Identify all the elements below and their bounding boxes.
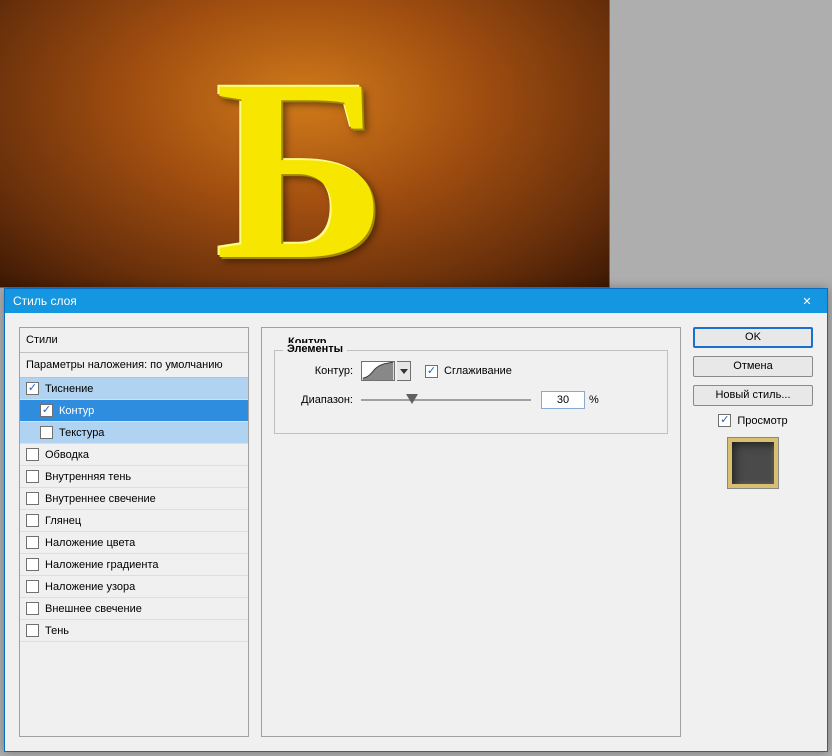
style-item[interactable]: Обводка bbox=[20, 444, 248, 466]
style-item[interactable]: Тень bbox=[20, 620, 248, 642]
range-label: Диапазон: bbox=[287, 394, 353, 406]
contour-row: Контур: Сглаживание bbox=[287, 361, 655, 381]
antialias-label: Сглаживание bbox=[444, 365, 512, 377]
style-checkbox[interactable] bbox=[40, 426, 53, 439]
contour-dropdown[interactable] bbox=[397, 361, 411, 381]
style-checkbox[interactable] bbox=[26, 580, 39, 593]
style-item[interactable]: Внешнее свечение bbox=[20, 598, 248, 620]
slider-thumb-icon bbox=[406, 394, 418, 404]
styles-panel: Стили Параметры наложения: по умолчанию … bbox=[19, 327, 249, 737]
fieldset-title: Элементы bbox=[283, 343, 347, 355]
style-checkbox[interactable] bbox=[26, 492, 39, 505]
titlebar[interactable]: Стиль слоя ✕ bbox=[5, 289, 827, 313]
styles-header[interactable]: Стили bbox=[20, 328, 248, 353]
style-checkbox[interactable] bbox=[26, 448, 39, 461]
style-label: Внутренняя тень bbox=[45, 471, 131, 483]
buttons-panel: OK Отмена Новый стиль... Просмотр bbox=[693, 327, 813, 489]
styles-list: Тиснение Контур Текстура Обводка Внутренняя … bbox=[20, 378, 248, 642]
style-item[interactable]: Внутренняя тень bbox=[20, 466, 248, 488]
style-checkbox[interactable] bbox=[26, 602, 39, 615]
style-label: Внутреннее свечение bbox=[45, 493, 156, 505]
dialog-body: Стили Параметры наложения: по умолчанию … bbox=[5, 313, 827, 751]
layer-style-dialog: Стиль слоя ✕ Стили Параметры наложения: … bbox=[4, 288, 828, 752]
style-label: Наложение узора bbox=[45, 581, 135, 593]
style-label: Глянец bbox=[45, 515, 81, 527]
close-icon: ✕ bbox=[802, 295, 811, 308]
style-label: Обводка bbox=[45, 449, 89, 461]
dialog-title: Стиль слоя bbox=[13, 294, 77, 308]
style-checkbox[interactable] bbox=[26, 382, 39, 395]
range-suffix: % bbox=[589, 394, 599, 406]
contour-curve-icon bbox=[362, 362, 394, 380]
ok-button[interactable]: OK bbox=[693, 327, 813, 348]
contour-label: Контур: bbox=[287, 365, 353, 377]
contour-picker[interactable] bbox=[361, 361, 395, 381]
style-label: Контур bbox=[59, 405, 94, 417]
style-item[interactable]: Глянец bbox=[20, 510, 248, 532]
preview-check-row: Просмотр bbox=[693, 414, 813, 427]
style-checkbox[interactable] bbox=[40, 404, 53, 417]
antialias-checkbox[interactable] bbox=[425, 365, 438, 378]
style-item[interactable]: Текстура bbox=[20, 422, 248, 444]
style-checkbox[interactable] bbox=[26, 558, 39, 571]
range-row: Диапазон: % bbox=[287, 391, 655, 409]
blending-defaults[interactable]: Параметры наложения: по умолчанию bbox=[20, 353, 248, 378]
canvas-area: Б bbox=[0, 0, 610, 288]
style-item[interactable]: Контур bbox=[20, 400, 248, 422]
preview-label: Просмотр bbox=[737, 415, 787, 427]
preview-checkbox[interactable] bbox=[718, 414, 731, 427]
style-label: Тиснение bbox=[45, 383, 93, 395]
style-item[interactable]: Наложение градиента bbox=[20, 554, 248, 576]
elements-fieldset: Элементы Контур: Сглаживание Диапазон: bbox=[274, 350, 668, 434]
style-item[interactable]: Наложение цвета bbox=[20, 532, 248, 554]
close-button[interactable]: ✕ bbox=[787, 289, 827, 313]
style-checkbox[interactable] bbox=[26, 470, 39, 483]
style-item[interactable]: Тиснение bbox=[20, 378, 248, 400]
new-style-button[interactable]: Новый стиль... bbox=[693, 385, 813, 406]
cancel-button[interactable]: Отмена bbox=[693, 356, 813, 377]
settings-panel: Контур Элементы Контур: Сглаживание bbox=[261, 327, 681, 737]
style-item[interactable]: Наложение узора bbox=[20, 576, 248, 598]
range-slider[interactable] bbox=[361, 399, 531, 401]
range-input[interactable] bbox=[541, 391, 585, 409]
canvas-letter: Б bbox=[215, 40, 387, 300]
style-label: Наложение градиента bbox=[45, 559, 159, 571]
style-checkbox[interactable] bbox=[26, 536, 39, 549]
style-label: Наложение цвета bbox=[45, 537, 135, 549]
style-label: Внешнее свечение bbox=[45, 603, 142, 615]
preview-thumbnail bbox=[727, 437, 779, 489]
style-checkbox[interactable] bbox=[26, 624, 39, 637]
style-label: Текстура bbox=[59, 427, 104, 439]
style-label: Тень bbox=[45, 625, 69, 637]
style-checkbox[interactable] bbox=[26, 514, 39, 527]
style-item[interactable]: Внутреннее свечение bbox=[20, 488, 248, 510]
